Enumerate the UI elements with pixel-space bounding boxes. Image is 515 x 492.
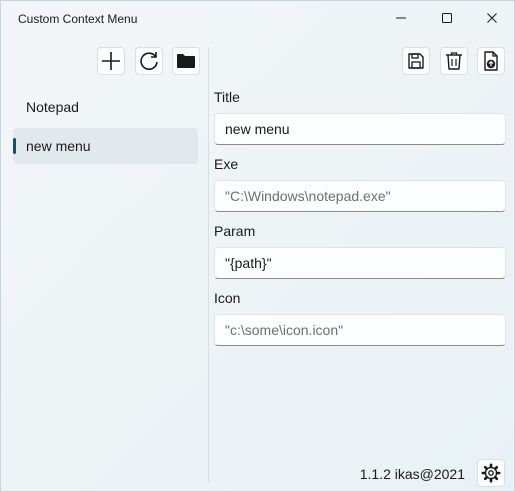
open-folder-button[interactable]: [172, 47, 200, 75]
param-input[interactable]: [214, 247, 506, 279]
delete-button[interactable]: [440, 47, 468, 75]
app-window: Custom Context Menu Notepad new menu Tit…: [0, 0, 515, 492]
export-button[interactable]: [477, 47, 505, 75]
maximize-button[interactable]: [424, 1, 470, 35]
selection-indicator: [13, 138, 16, 154]
file-upload-icon: [484, 51, 498, 71]
save-button[interactable]: [402, 47, 430, 75]
param-label: Param: [214, 223, 256, 239]
close-button[interactable]: [469, 1, 514, 35]
pane-divider: [208, 47, 209, 483]
sidebar-item-label: new menu: [26, 138, 91, 154]
minimize-icon: [396, 17, 406, 19]
minimize-button[interactable]: [378, 1, 424, 35]
title-bar: Custom Context Menu: [1, 1, 514, 35]
maximize-icon: [442, 13, 452, 23]
icon-label: Icon: [214, 290, 241, 306]
settings-button[interactable]: [477, 459, 505, 487]
version-text: 1.1.2 ikas@2021: [359, 466, 465, 482]
menu-list: Notepad new menu: [13, 89, 198, 167]
trash-icon: [446, 52, 462, 70]
exe-input[interactable]: [214, 180, 506, 212]
window-title: Custom Context Menu: [18, 12, 138, 26]
plus-icon: [102, 52, 120, 70]
folder-icon: [177, 54, 195, 68]
save-icon: [408, 53, 424, 69]
sidebar-item-notepad[interactable]: Notepad: [13, 89, 198, 125]
title-label: Title: [214, 89, 240, 105]
icon-input[interactable]: [214, 314, 506, 346]
add-button[interactable]: [97, 47, 125, 75]
close-icon: [487, 13, 497, 23]
title-input[interactable]: [214, 113, 506, 145]
sidebar-item-label: Notepad: [26, 99, 79, 115]
refresh-button[interactable]: [135, 47, 163, 75]
exe-label: Exe: [214, 156, 239, 172]
refresh-icon: [140, 52, 158, 71]
sidebar-item-new-menu[interactable]: new menu: [13, 128, 198, 164]
gear-icon: [481, 463, 501, 483]
